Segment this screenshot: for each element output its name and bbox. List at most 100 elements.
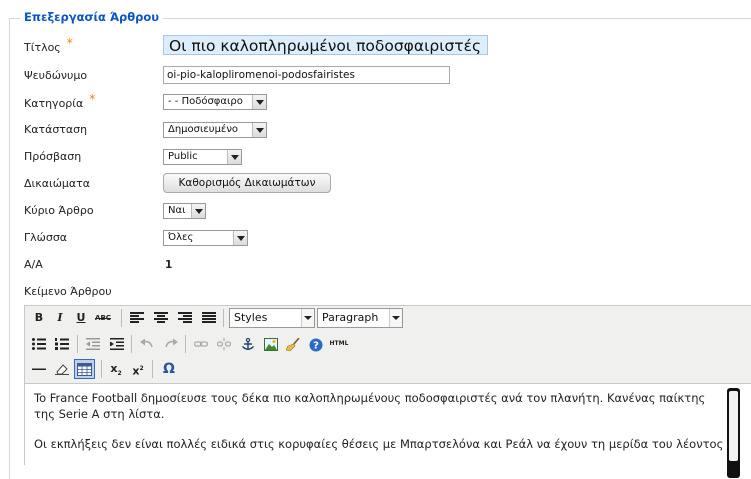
undo-icon bbox=[140, 338, 153, 348]
access-select[interactable]: Public bbox=[163, 149, 242, 165]
outdent-icon bbox=[86, 338, 100, 350]
link-button[interactable] bbox=[192, 335, 210, 353]
toolbar-separator bbox=[152, 360, 153, 378]
strikethrough-button[interactable]: ABC bbox=[92, 309, 114, 327]
special-characters-button[interactable]: Ω bbox=[160, 360, 178, 378]
cleanup-button[interactable] bbox=[284, 335, 302, 353]
status-label: Κατάσταση bbox=[24, 123, 88, 136]
unlink-button[interactable] bbox=[215, 335, 233, 353]
rich-text-editor: B I U ABC Styles Paragraph ? HTML x2 x2 … bbox=[24, 305, 751, 478]
featured-label: Κύριο Άρθρο bbox=[24, 204, 94, 217]
numbered-list-icon bbox=[55, 338, 69, 350]
bullet-list-icon bbox=[32, 338, 46, 350]
toolbar-separator bbox=[185, 335, 186, 353]
broom-icon bbox=[286, 338, 300, 351]
id-label: Α/Α bbox=[24, 258, 43, 271]
align-left-button[interactable] bbox=[128, 309, 146, 327]
help-icon: ? bbox=[309, 338, 323, 352]
subscript-button[interactable]: x2 bbox=[107, 360, 125, 378]
toolbar-separator bbox=[101, 360, 102, 378]
align-justify-icon bbox=[202, 312, 216, 323]
horizontal-rule-icon bbox=[32, 368, 46, 370]
undo-button[interactable] bbox=[138, 335, 156, 353]
permissions-label: Δικαιώματα bbox=[24, 177, 91, 190]
indent-icon bbox=[110, 338, 124, 350]
align-left-icon bbox=[130, 312, 144, 323]
unlink-icon bbox=[217, 338, 231, 350]
superscript-button[interactable]: x2 bbox=[129, 360, 147, 378]
align-justify-button[interactable] bbox=[200, 309, 218, 327]
chevron-down-icon bbox=[233, 231, 247, 245]
alias-input[interactable]: oi-pio-kaloplirоmenoi-podosfairistes bbox=[163, 66, 450, 84]
category-select[interactable]: - - Ποδόσφαιρο bbox=[163, 94, 267, 110]
title-input[interactable]: Οι πιο καλοπληρωμένοι ποδοσφαιριστές bbox=[163, 35, 488, 55]
redo-button[interactable] bbox=[162, 335, 180, 353]
featured-select[interactable]: Ναι bbox=[163, 203, 206, 219]
title-label-text: Τίτλος bbox=[24, 41, 61, 54]
bold-button[interactable]: B bbox=[30, 309, 48, 327]
format-dropdown[interactable]: Paragraph bbox=[317, 308, 403, 328]
status-select-value: Δημοσιευμένο bbox=[168, 124, 239, 135]
styles-dropdown-value: Styles bbox=[234, 311, 268, 324]
language-select-value: Όλες bbox=[168, 232, 194, 243]
italic-button[interactable]: I bbox=[51, 309, 69, 327]
align-center-icon bbox=[154, 312, 168, 323]
image-icon bbox=[264, 338, 278, 351]
article-paragraph: Οι εκπλήξεις δεν είναι πολλές ειδικά στι… bbox=[34, 437, 724, 451]
editor-toolbar-row-3: x2 x2 Ω bbox=[25, 357, 751, 381]
chevron-down-icon bbox=[191, 204, 205, 218]
access-label: Πρόσβαση bbox=[24, 150, 82, 163]
category-select-value: - - Ποδόσφαιρο bbox=[168, 96, 243, 107]
editor-toolbar-row-1: B I U ABC Styles Paragraph bbox=[25, 306, 751, 330]
toolbar-separator bbox=[131, 335, 132, 353]
editor-toolbar-row-2: ? HTML bbox=[25, 332, 751, 356]
subscript-mark: 2 bbox=[117, 370, 122, 378]
article-paragraph: To France Football δημοσίευσε τους δέκα … bbox=[34, 391, 706, 421]
id-value: 1 bbox=[165, 259, 173, 271]
language-select[interactable]: Όλες bbox=[163, 230, 248, 246]
scrollbar-thumb[interactable] bbox=[729, 391, 738, 461]
visual-aid-button[interactable] bbox=[74, 359, 95, 379]
toolbar-separator bbox=[77, 335, 78, 353]
toolbar-separator bbox=[121, 309, 122, 327]
redo-icon bbox=[165, 338, 178, 348]
help-button[interactable]: ? bbox=[307, 335, 325, 353]
align-center-button[interactable] bbox=[152, 309, 170, 327]
required-mark: * bbox=[89, 92, 96, 106]
format-dropdown-value: Paragraph bbox=[322, 311, 379, 324]
chevron-down-icon bbox=[252, 123, 266, 137]
link-icon bbox=[194, 341, 208, 347]
editor-scrollbar[interactable] bbox=[727, 388, 740, 478]
title-label: Τίτλος * bbox=[24, 36, 73, 54]
styles-dropdown[interactable]: Styles bbox=[229, 308, 315, 328]
chevron-down-icon bbox=[389, 309, 402, 327]
anchor-button[interactable] bbox=[239, 335, 257, 353]
toolbar-separator bbox=[223, 309, 224, 327]
horizontal-rule-button[interactable] bbox=[30, 360, 48, 378]
status-select[interactable]: Δημοσιευμένο bbox=[163, 122, 267, 138]
superscript-mark: 2 bbox=[139, 365, 144, 372]
svg-text:?: ? bbox=[313, 341, 319, 352]
language-label: Γλώσσα bbox=[24, 231, 68, 244]
bullet-list-button[interactable] bbox=[30, 335, 48, 353]
eraser-icon bbox=[55, 364, 69, 375]
required-mark: * bbox=[66, 36, 73, 50]
set-permissions-button[interactable]: Καθορισμός Δικαιωμάτων bbox=[163, 173, 331, 193]
editor-content-area[interactable]: To France Football δημοσίευσε τους δέκα … bbox=[25, 383, 751, 478]
chevron-down-icon bbox=[301, 309, 314, 327]
numbered-list-button[interactable] bbox=[53, 335, 71, 353]
underline-button[interactable]: U bbox=[72, 309, 90, 327]
featured-select-value: Ναι bbox=[168, 205, 186, 216]
chevron-down-icon bbox=[227, 150, 241, 164]
outdent-button[interactable] bbox=[84, 335, 102, 353]
remove-format-button[interactable] bbox=[53, 360, 71, 378]
align-right-icon bbox=[178, 312, 192, 323]
indent-button[interactable] bbox=[108, 335, 126, 353]
html-source-button[interactable]: HTML bbox=[328, 335, 350, 353]
anchor-icon bbox=[242, 338, 254, 350]
alias-label: Ψευδώνυμο bbox=[24, 69, 88, 82]
category-label-text: Κατηγορία bbox=[24, 97, 84, 110]
image-button[interactable] bbox=[262, 335, 280, 353]
table-grid-icon bbox=[77, 363, 92, 376]
align-right-button[interactable] bbox=[176, 309, 194, 327]
